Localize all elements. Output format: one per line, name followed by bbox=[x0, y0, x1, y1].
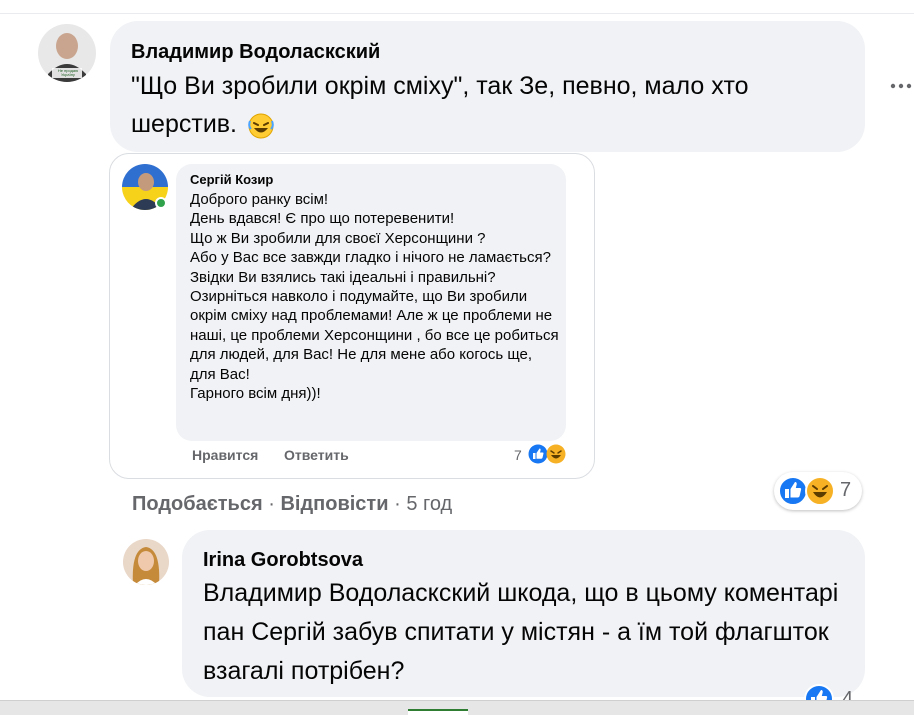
comment-author[interactable]: Владимир Водоласкский bbox=[131, 41, 380, 64]
like-reaction-icon bbox=[778, 476, 808, 506]
comment-bubble: Владимир Водоласкский "Що Ви зробили окр… bbox=[110, 21, 865, 152]
reply-bubble: Irina Gorobtsova Владимир Водоласкский ш… bbox=[182, 530, 865, 697]
reply-action[interactable]: Відповісти bbox=[280, 493, 388, 515]
like-reaction-icon bbox=[528, 444, 548, 464]
avatar-caption: Не продаю Україну bbox=[57, 68, 79, 77]
comment-text: "Що Ви зробили окрім сміху", так Зе, пев… bbox=[131, 67, 851, 143]
laughing-emoji-icon bbox=[248, 112, 274, 139]
avatar[interactable] bbox=[123, 539, 169, 585]
reaction-count[interactable]: 7 bbox=[840, 479, 851, 502]
haha-reaction-icon bbox=[546, 444, 566, 464]
avatar[interactable]: Не продаю Україну bbox=[38, 24, 96, 82]
comment-author[interactable]: Irina Gorobtsova bbox=[203, 549, 363, 572]
embedded-like-action: Нравится bbox=[192, 447, 259, 463]
like-action[interactable]: Подобається bbox=[132, 493, 263, 515]
embedded-reply-action: Ответить bbox=[284, 447, 349, 463]
online-status-dot bbox=[155, 197, 167, 209]
embedded-reaction-count: 7 bbox=[514, 447, 522, 463]
comment-text-content: "Що Ви зробили окрім сміху", так Зе, пев… bbox=[131, 72, 749, 138]
bottom-tab[interactable] bbox=[408, 709, 468, 715]
embedded-comment-text: Доброго ранку всім! День вдався! Є про щ… bbox=[190, 191, 559, 403]
comment-actions: Подобається · Відповісти · 5 год bbox=[132, 493, 452, 516]
top-edge bbox=[0, 0, 914, 14]
comment-text: Владимир Водоласкский шкода, що в цьому … bbox=[203, 579, 839, 685]
timestamp[interactable]: 5 год bbox=[406, 493, 452, 515]
user-photo-icon bbox=[123, 539, 169, 585]
haha-reaction-icon bbox=[805, 476, 835, 506]
separator: · bbox=[268, 493, 275, 515]
embedded-comment-author: Сергій Козир bbox=[190, 172, 274, 187]
separator: · bbox=[394, 493, 401, 515]
more-options-icon[interactable] bbox=[889, 78, 913, 94]
